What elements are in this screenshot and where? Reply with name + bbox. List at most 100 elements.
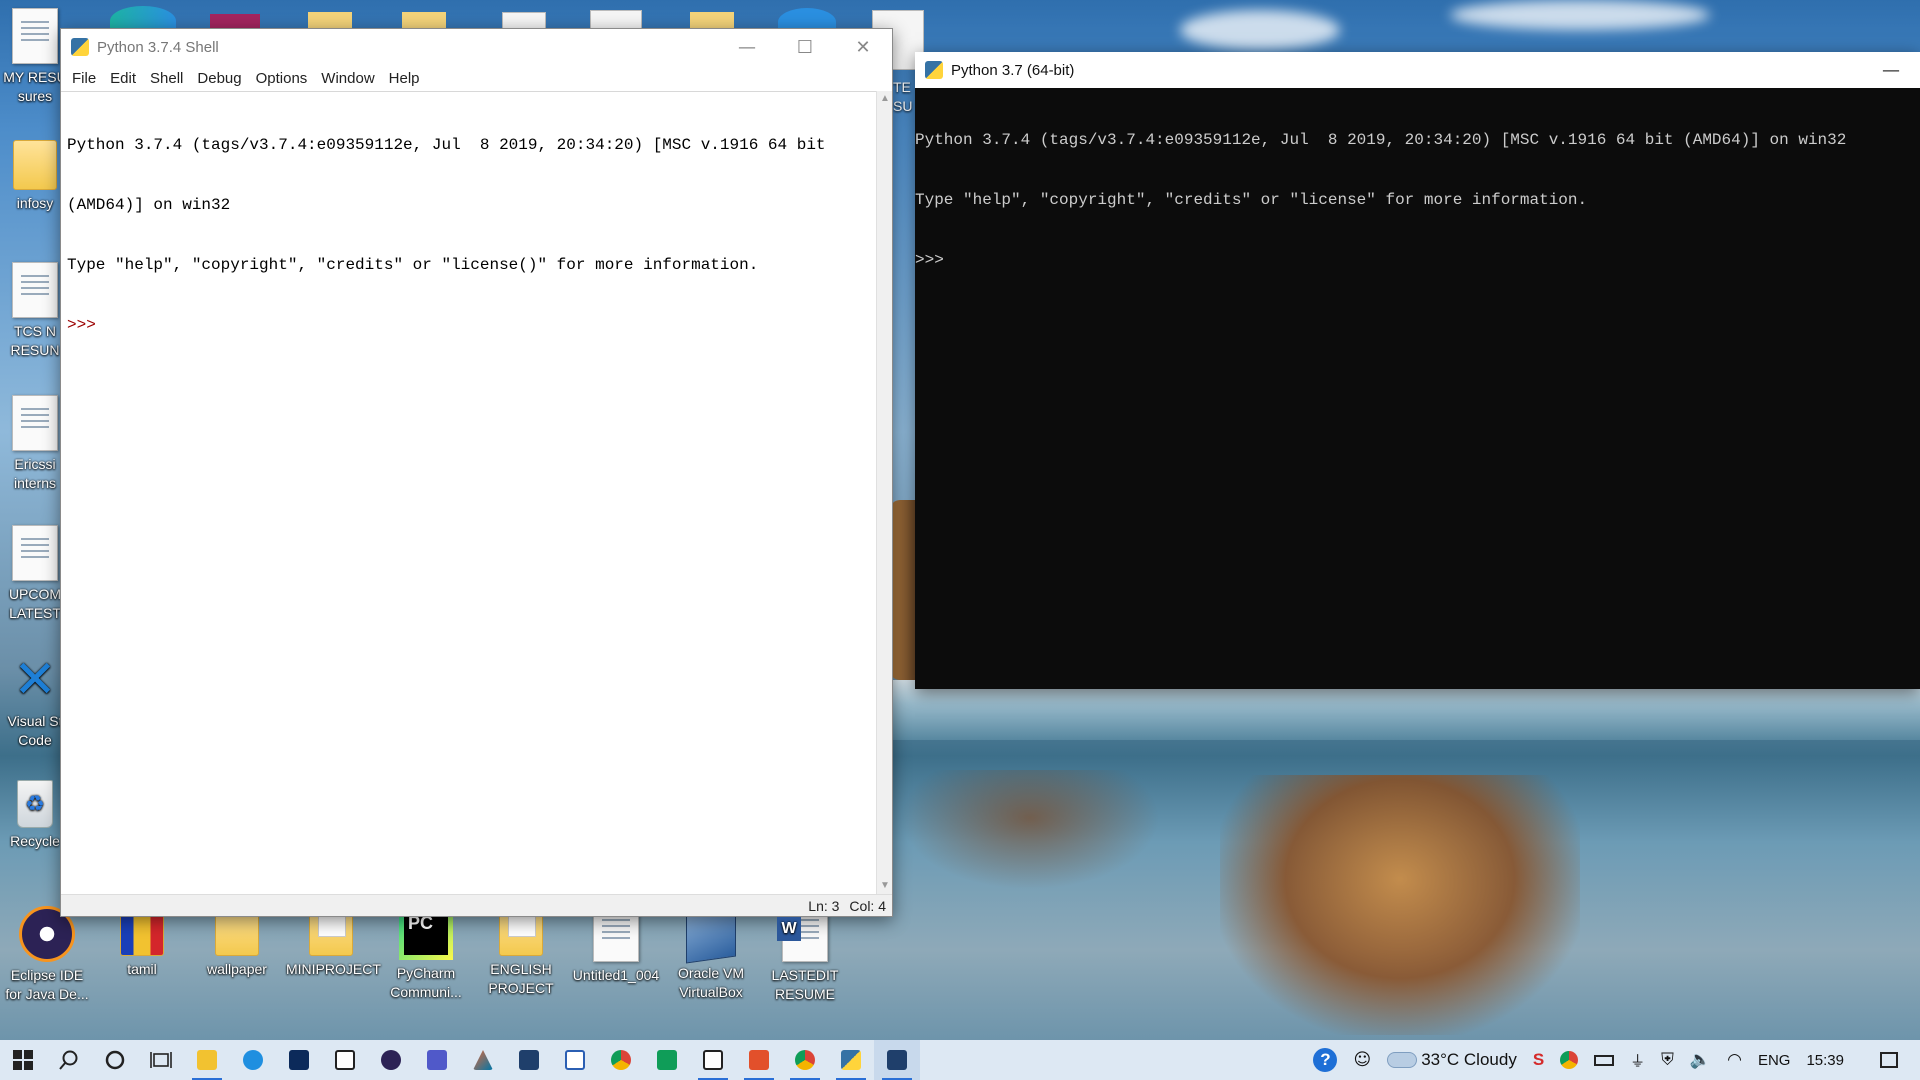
taskbar-app-m[interactable] [690,1040,736,1080]
python-console-window[interactable]: Python 3.7 (64-bit) — Python 3.7.4 (tags… [915,52,1920,689]
desktop-icon[interactable]: Untitled1_004 [571,906,661,985]
taskbar-teams[interactable] [414,1040,460,1080]
recycle-bin-icon: ♻ [17,780,53,828]
console-line: Python 3.7.4 (tags/v3.7.4:e09359112e, Ju… [915,131,1847,149]
taskbar-python-console[interactable] [874,1040,920,1080]
chrome-icon [611,1050,631,1070]
taskbar: ? ☺ 33°C Cloudy S ⏚ ⛨ 🔈 ◠ ENG 15:39 [0,1040,1920,1080]
minimize-button[interactable]: — [718,29,776,65]
taskbar-pdf[interactable] [736,1040,782,1080]
console-line: Type "help", "copyright", "credits" or "… [915,191,1588,209]
desktop-icon-label: Untitled1_004 [572,967,660,983]
security-icon[interactable]: ⛨ [1661,1050,1674,1070]
desktop-icon-label: Oracle VM VirtualBox [677,965,745,1000]
usb-icon[interactable]: ⏚ [1630,1050,1645,1071]
taskbar-terminal[interactable] [276,1040,322,1080]
taskbar-matlab[interactable] [460,1040,506,1080]
menu-help[interactable]: Help [382,70,427,87]
document-icon [12,525,58,581]
matlab-icon [473,1050,493,1070]
m-letter-icon [703,1050,723,1070]
console-icon [887,1050,907,1070]
search-button[interactable] [46,1040,92,1080]
chrome-icon [795,1050,815,1070]
shell-line: (AMD64)] on win32 [67,196,231,214]
taskbar-defender[interactable] [552,1040,598,1080]
python-icon [925,61,943,79]
wallpaper-rock-reflection [900,770,1160,890]
search-icon [59,1050,78,1070]
cortana-button[interactable] [92,1040,138,1080]
battery-icon[interactable] [1594,1054,1615,1066]
action-center-icon[interactable] [1880,1052,1898,1068]
edge-icon [243,1050,263,1070]
close-button[interactable]: ✕ [834,29,892,65]
taskbar-edge[interactable] [230,1040,276,1080]
menu-file[interactable]: File [65,70,103,87]
folder-icon [197,1050,217,1070]
start-button[interactable] [0,1040,46,1080]
idle-title-bar[interactable]: Python 3.7.4 Shell — ☐ ✕ [61,29,892,65]
shield-icon [565,1050,585,1070]
folder-icon [13,140,57,190]
scroll-down-icon[interactable]: ▼ [877,878,893,894]
cortana-icon [105,1050,125,1070]
idle-shell-text-area[interactable]: Python 3.7.4 (tags/v3.7.4:e09359112e, Ju… [61,91,876,894]
wallpaper-sea [890,680,1920,740]
clock[interactable]: 15:39 [1806,1052,1844,1069]
maximize-button[interactable]: ☐ [776,29,834,65]
menu-shell[interactable]: Shell [143,70,190,87]
document-icon [12,262,58,318]
idle-title: Python 3.7.4 Shell [97,38,219,56]
pdf-icon [749,1050,769,1070]
taskbar-snip-tool[interactable] [322,1040,368,1080]
help-icon[interactable]: ? [1313,1048,1338,1072]
menu-debug[interactable]: Debug [190,70,248,87]
taskbar-chrome[interactable] [598,1040,644,1080]
taskbar-file-explorer[interactable] [184,1040,230,1080]
taskbar-chrome-2[interactable] [782,1040,828,1080]
desktop-icon[interactable]: ENGLISH PROJECT [476,901,566,998]
shell-line: Type "help", "copyright", "credits" or "… [67,256,759,274]
task-view-icon [150,1052,172,1068]
chrome-tray-icon[interactable] [1560,1051,1579,1069]
vertical-scrollbar[interactable]: ▲ ▼ [876,91,892,894]
desktop-icon-label: MINIPROJECT [286,961,381,977]
desktop-icon-label: ENGLISH PROJECT [488,961,554,996]
desktop-icon[interactable]: Eclipse IDE for Java De... [2,906,92,1004]
weather-widget[interactable]: 33°C Cloudy [1421,1050,1517,1070]
console-title-bar[interactable]: Python 3.7 (64-bit) — [915,52,1920,88]
status-line: Ln: 3 [808,897,840,914]
notification-app-icon[interactable]: S [1533,1050,1544,1070]
desktop-icon-label: TE SU [893,79,913,114]
menu-options[interactable]: Options [249,70,315,87]
idle-shell-window[interactable]: Python 3.7.4 Shell — ☐ ✕ File Edit Shell… [60,28,893,917]
desktop-icon[interactable]: PC PyCharm Communi... [381,906,471,1002]
desktop-icon[interactable]: W LASTEDIT RESUME [760,906,850,1004]
console-prompt: >>> [915,251,944,269]
taskbar-python-idle[interactable] [828,1040,874,1080]
menu-edit[interactable]: Edit [103,70,143,87]
word-document-icon [12,395,58,451]
app-icon [519,1050,539,1070]
desktop-icon[interactable]: Oracle VM VirtualBox [666,902,756,1002]
vscode-icon: ✕ [13,650,57,710]
desktop-icon-label: PyCharm Communi... [390,965,462,1000]
wifi-icon[interactable]: ◠ [1727,1050,1742,1070]
language-indicator[interactable]: ENG [1758,1052,1791,1069]
status-column: Col: 4 [849,897,886,914]
shell-line: Python 3.7.4 (tags/v3.7.4:e09359112e, Ju… [67,136,826,154]
taskbar-eclipse[interactable] [368,1040,414,1080]
taskbar-sheets[interactable] [644,1040,690,1080]
taskbar-app[interactable] [506,1040,552,1080]
volume-icon[interactable]: 🔈 [1690,1050,1711,1070]
task-view-button[interactable] [138,1040,184,1080]
minimize-button[interactable]: — [1862,52,1920,88]
people-icon[interactable]: ☺ [1353,1050,1371,1070]
console-output[interactable]: Python 3.7.4 (tags/v3.7.4:e09359112e, Ju… [915,88,1920,310]
idle-status-bar: Ln: 3 Col: 4 [61,894,892,916]
scroll-up-icon[interactable]: ▲ [877,91,893,107]
shell-prompt: >>> [67,316,106,334]
console-title: Python 3.7 (64-bit) [951,61,1075,79]
menu-window[interactable]: Window [314,70,381,87]
